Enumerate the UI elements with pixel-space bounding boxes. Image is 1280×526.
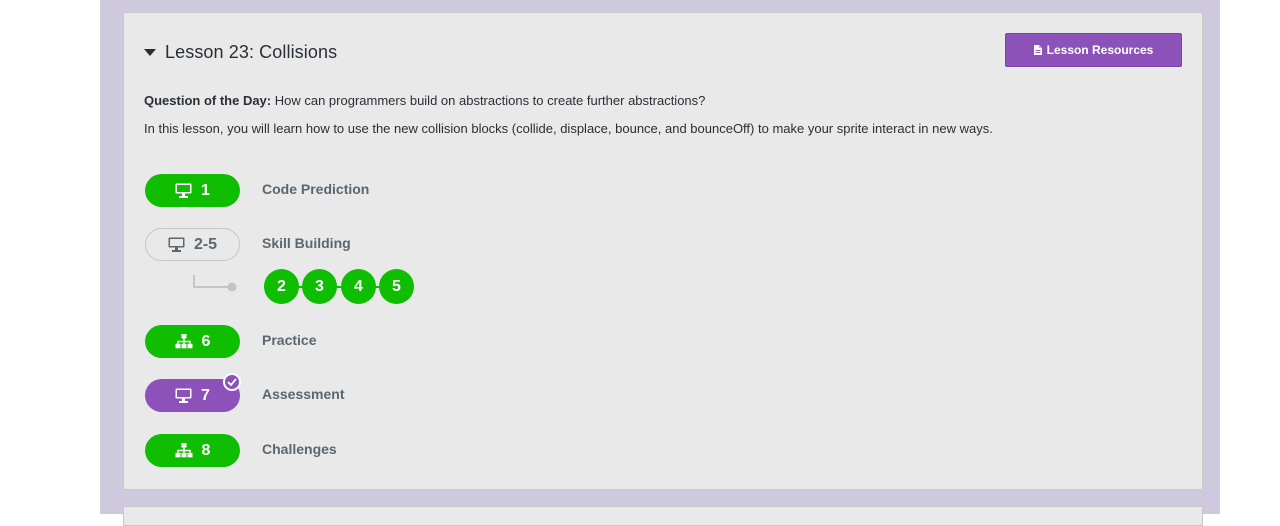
- desktop-icon: [175, 183, 192, 198]
- level-number: 7: [201, 386, 210, 404]
- sublevel-bubble-3[interactable]: 3: [302, 269, 337, 304]
- lesson-card: [123, 12, 1203, 490]
- sitemap-icon: [175, 334, 193, 349]
- lesson-resources-label: Lesson Resources: [1046, 43, 1154, 57]
- sublevel-bubble-2[interactable]: 2: [264, 269, 299, 304]
- sitemap-icon: [175, 443, 193, 458]
- next-lesson-card: [123, 506, 1203, 526]
- level-bubble-1[interactable]: 1: [145, 174, 240, 207]
- lesson-description: In this lesson, you will learn how to us…: [144, 121, 993, 136]
- level-bubble-2-5[interactable]: 2-5: [145, 228, 240, 261]
- sublevel-bubble-5[interactable]: 5: [379, 269, 414, 304]
- check-icon: [223, 373, 241, 391]
- question-label: Question of the Day:: [144, 93, 272, 108]
- sublevel-bubble-4[interactable]: 4: [341, 269, 376, 304]
- sublevel-connector: [193, 275, 237, 292]
- step-label-code-prediction[interactable]: Code Prediction: [262, 181, 369, 197]
- desktop-icon: [175, 388, 192, 403]
- lesson-title: Lesson 23: Collisions: [165, 41, 338, 62]
- level-number: 2-5: [193, 235, 218, 253]
- document-icon: [1033, 45, 1042, 55]
- level-number: 8: [201, 441, 211, 459]
- level-number: 6: [201, 332, 211, 350]
- step-label-assessment[interactable]: Assessment: [262, 386, 345, 402]
- question-of-the-day: Question of the Day: How can programmers…: [144, 93, 705, 108]
- caret-down-icon: [144, 49, 156, 56]
- step-label-challenges[interactable]: Challenges: [262, 441, 337, 457]
- lesson-resources-button[interactable]: Lesson Resources: [1005, 33, 1182, 67]
- question-text: How can programmers build on abstraction…: [271, 93, 706, 108]
- level-bubble-6[interactable]: 6: [145, 325, 240, 358]
- level-bubble-8[interactable]: 8: [145, 434, 240, 467]
- level-number: 1: [201, 181, 210, 199]
- desktop-icon: [168, 237, 185, 252]
- step-label-skill-building[interactable]: Skill Building: [262, 235, 351, 251]
- step-label-practice[interactable]: Practice: [262, 332, 316, 348]
- lesson-header-toggle[interactable]: Lesson 23: Collisions: [144, 39, 337, 65]
